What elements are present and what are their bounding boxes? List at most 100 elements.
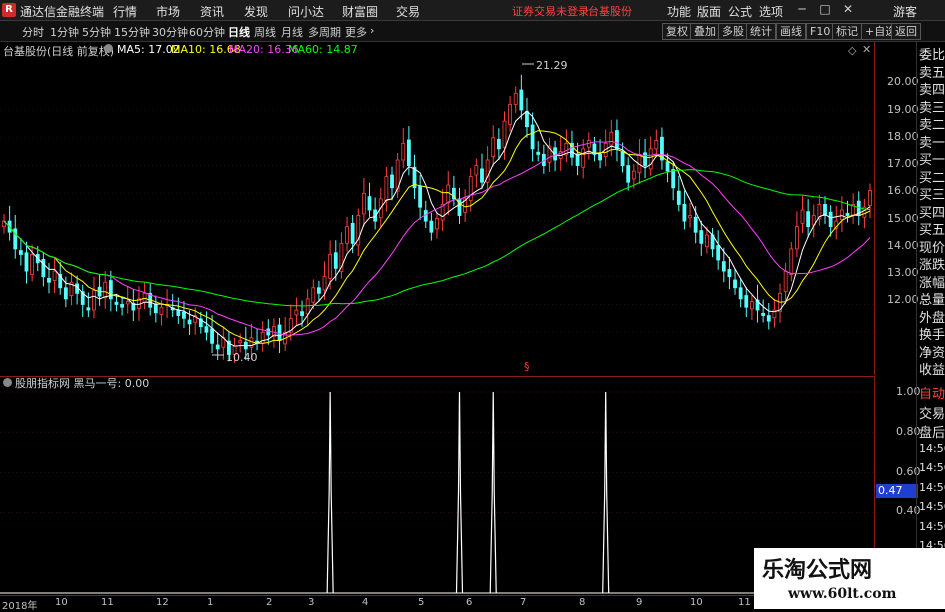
candle <box>553 140 557 172</box>
candle <box>755 284 760 323</box>
settings-icon[interactable]: ◇ <box>848 44 856 57</box>
period-weekly[interactable]: 周线 <box>254 24 276 40</box>
indicator-panel[interactable]: 股朋指标网 黑马一号: 0.00 <box>0 376 875 595</box>
guest-user[interactable]: 游客 <box>893 3 917 20</box>
candle <box>648 136 653 176</box>
mark-button[interactable]: 标记 <box>832 23 862 40</box>
candle <box>272 318 276 348</box>
date-label: 1 <box>207 597 214 608</box>
candle <box>86 292 91 317</box>
candle <box>710 228 715 258</box>
maximize-icon[interactable]: □ <box>815 2 835 16</box>
period-1min[interactable]: 1分钟 <box>50 24 79 40</box>
date-label: 11 <box>101 597 114 608</box>
candle <box>586 132 591 160</box>
draw-line-button[interactable]: 画线 <box>776 23 806 40</box>
menu-xuanxiang[interactable]: 选项 <box>759 3 783 20</box>
candle <box>47 263 51 294</box>
candle <box>260 321 265 352</box>
indicator-chart[interactable] <box>0 377 874 595</box>
fuquan-button[interactable]: 复权 <box>662 23 692 40</box>
date-label: 11 <box>738 597 751 608</box>
candle <box>480 153 484 190</box>
candle <box>519 74 524 120</box>
period-monthly[interactable]: 月线 <box>281 24 303 40</box>
chevron-right-icon[interactable]: › <box>370 24 374 37</box>
close-icon[interactable]: ✕ <box>838 2 858 16</box>
quote-field-label: 交易 <box>919 406 945 422</box>
menu-jiaoyi[interactable]: 交易 <box>396 3 420 20</box>
period-more[interactable]: 更多 <box>345 24 367 40</box>
menu-gongshi[interactable]: 公式 <box>728 3 752 20</box>
candle <box>496 128 501 160</box>
yaxis-label: 14.00 <box>887 239 919 252</box>
quote-field-label: 14:56 <box>919 519 945 533</box>
app-title: 通达信金融终端 <box>20 5 105 19</box>
menu-wenxiaoda[interactable]: 问小达 <box>288 3 324 20</box>
candle <box>69 272 74 306</box>
menu-hangqing[interactable]: 行情 <box>113 3 137 20</box>
date-label: 2 <box>266 597 273 608</box>
quote-field-label: 自动 <box>919 387 945 402</box>
period-15min[interactable]: 15分钟 <box>114 24 150 40</box>
main-chart-panel[interactable]: 台基股份(日线 前复权) MA5: 17.02 MA10: 16.68 MA20… <box>0 42 875 375</box>
candle <box>541 144 546 174</box>
candle <box>750 294 754 320</box>
menu-shichang[interactable]: 市场 <box>156 3 180 20</box>
indicator-spike <box>326 391 334 594</box>
candle <box>806 199 811 238</box>
candle <box>367 182 372 217</box>
period-30min[interactable]: 30分钟 <box>152 24 188 40</box>
settings-dot-icon[interactable] <box>104 44 113 53</box>
candle <box>564 129 569 162</box>
candle <box>451 175 456 206</box>
candle <box>676 175 681 212</box>
menu-caifuquan[interactable]: 财富圈 <box>342 3 378 20</box>
candle <box>80 284 85 317</box>
quote-field-label: 14:56 <box>919 441 945 455</box>
candle <box>435 211 439 239</box>
candle <box>688 203 692 228</box>
period-fenshi[interactable]: 分时 <box>22 24 44 40</box>
candle <box>868 183 872 219</box>
period-daily[interactable]: 日线 <box>228 24 250 40</box>
quote-field-label: 外盘 <box>919 310 945 326</box>
candlestick-chart[interactable] <box>0 42 874 375</box>
yaxis-label: 17.00 <box>887 157 919 170</box>
login-warning[interactable]: 证券交易未登录 <box>512 3 589 19</box>
candle <box>412 154 417 199</box>
statistics-button[interactable]: 统计 <box>746 23 776 40</box>
quote-field-label: 换手 <box>919 328 945 343</box>
overlay-button[interactable]: 叠加 <box>690 23 720 40</box>
menu-gongneng[interactable]: 功能 <box>667 3 691 20</box>
candle <box>429 212 434 241</box>
watermark-url: www.60lt.com <box>788 586 897 602</box>
candle <box>772 298 777 328</box>
candle <box>783 262 788 305</box>
indicator-settings-icon[interactable] <box>3 378 12 387</box>
candle <box>699 220 704 256</box>
indicator-spike <box>602 391 610 594</box>
period-multi[interactable]: 多周期 <box>308 24 341 40</box>
multi-stock-button[interactable]: 多股 <box>718 23 748 40</box>
candle <box>823 196 827 224</box>
quote-field-label: 净资 <box>919 345 945 361</box>
quote-field-label: 买二 <box>919 170 945 186</box>
back-button[interactable]: 返回 <box>891 23 921 40</box>
period-60min[interactable]: 60分钟 <box>189 24 225 40</box>
candle <box>92 276 96 319</box>
minimize-icon[interactable]: ─ <box>792 2 812 16</box>
f10-button[interactable]: F10 <box>806 23 835 40</box>
menu-faxian[interactable]: 发现 <box>244 3 268 20</box>
close-chart-icon[interactable]: ✕ <box>862 43 871 56</box>
menu-banmian[interactable]: 版面 <box>697 3 721 20</box>
yaxis-label: 19.00 <box>887 103 919 116</box>
candle <box>474 158 479 188</box>
menu-zixun[interactable]: 资讯 <box>200 3 224 20</box>
current-value-tag: 0.47 <box>876 484 918 498</box>
candle <box>356 208 361 257</box>
high-price-label: 21.29 <box>536 59 568 72</box>
period-5min[interactable]: 5分钟 <box>82 24 111 40</box>
candle <box>305 289 310 327</box>
quote-field-label: 现价 <box>919 240 945 256</box>
